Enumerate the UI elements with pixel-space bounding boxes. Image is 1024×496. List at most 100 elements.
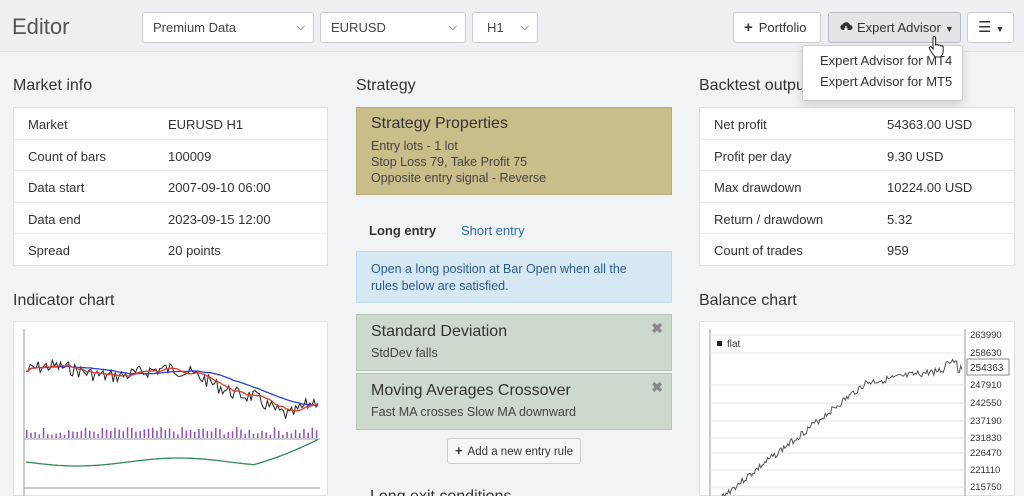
row-key: Count of trades: [714, 243, 803, 259]
symbol-value: EURUSD: [331, 20, 386, 35]
current-value-label: 254363: [970, 363, 1004, 374]
row-value: 959: [887, 243, 909, 259]
volume-bar: [93, 431, 95, 438]
volume-bar: [126, 427, 129, 438]
menu-item-mt5[interactable]: Expert Advisor for MT5: [803, 71, 962, 92]
table-row: Spread 20 points: [14, 234, 327, 266]
row-key: Profit per day: [714, 148, 792, 164]
volume-bar: [76, 432, 78, 438]
volume-bar: [72, 431, 74, 438]
volume-bar: [97, 434, 99, 438]
volume-bar: [173, 431, 175, 438]
volume-bar: [59, 432, 62, 438]
volume-bar: [55, 433, 57, 438]
volume-bar: [311, 427, 314, 438]
market-info-title: Market info: [13, 77, 93, 94]
data-source-select[interactable]: Premium Data ⌵: [142, 12, 314, 43]
volume-bar: [80, 430, 83, 438]
volume-bar: [202, 428, 204, 438]
plus-icon: +: [454, 443, 463, 458]
y-tick-label: 215750: [970, 482, 1002, 493]
volume-bar: [185, 430, 188, 438]
market-info-table: Market EURUSD H1 Count of bars 100009 Data…: [13, 107, 328, 266]
volume-bar: [47, 434, 49, 438]
volume-bar: [26, 429, 28, 438]
volume-bar: [152, 427, 154, 438]
y-tick-label: 247910: [970, 380, 1002, 391]
cloud-download-icon: [840, 22, 853, 32]
entry-rule-card[interactable]: Standard Deviation StdDev falls ✖: [356, 314, 672, 371]
entry-rule-card[interactable]: Moving Averages Crossover Fast MA crosse…: [356, 373, 672, 430]
portfolio-button[interactable]: + Portfolio: [733, 12, 821, 43]
volume-bar: [294, 429, 297, 438]
balance-chart[interactable]: flat 263990 258630 247910 242550 237190 23183…: [699, 321, 1015, 496]
row-key: Net profit: [714, 117, 767, 132]
volume-bar: [101, 427, 104, 438]
volume-bar: [135, 431, 137, 438]
row-key: Return / drawdown: [714, 211, 824, 227]
table-row: Max drawdown 10224.00 USD: [700, 171, 1014, 203]
volume-bar: [34, 432, 36, 438]
y-tick-label: 226470: [970, 448, 1002, 459]
volume-bar: [307, 432, 309, 438]
row-key: Market: [28, 117, 68, 132]
row-key: Count of bars: [28, 148, 107, 164]
volume-bar: [194, 431, 196, 438]
row-key: Data start: [28, 180, 85, 196]
volume-bar: [89, 430, 91, 438]
strategy-properties-card[interactable]: Strategy Properties Entry lots - 1 lot S…: [356, 107, 672, 195]
volume-bar: [131, 427, 133, 438]
add-entry-rule-button[interactable]: + Add a new entry rule: [447, 438, 581, 464]
volume-bar: [273, 427, 276, 438]
add-rule-label: Add a new entry rule: [467, 446, 574, 458]
row-value: 2023-09-15 12:00: [168, 211, 271, 227]
volume-bar: [252, 433, 255, 438]
app-title: Editor: [12, 14, 70, 39]
close-icon[interactable]: ✖: [651, 379, 663, 396]
volume-bar: [219, 429, 221, 438]
volume-bar: [84, 427, 87, 438]
table-row: Count of bars 100009: [14, 140, 327, 172]
volume-bar: [118, 429, 120, 438]
period-select[interactable]: H1 ⌵: [472, 12, 538, 43]
hand-cursor-icon: [928, 36, 944, 58]
row-value: 100009: [168, 148, 212, 164]
volume-bar: [156, 430, 158, 438]
y-tick-label: 263990: [970, 330, 1002, 341]
volume-bar: [265, 432, 267, 438]
table-row: Profit per day 9.30 USD: [700, 140, 1014, 172]
row-value: 10224.00 USD: [887, 180, 973, 196]
y-tick-label: 221110: [970, 465, 1000, 476]
caret-down-icon: ▼: [995, 24, 1005, 34]
table-row: Data end 2023-09-15 12:00: [14, 203, 327, 235]
balance-y-ticks: 263990 258630 247910 242550 237190 231830 2264…: [970, 330, 1002, 493]
volume-bar: [299, 433, 301, 438]
row-value: EURUSD H1: [168, 117, 244, 132]
indicator-chart[interactable]: [13, 321, 328, 496]
tab-short-entry[interactable]: Short entry: [461, 223, 525, 238]
volume-bar: [315, 430, 318, 438]
tab-long-entry[interactable]: Long entry: [369, 223, 436, 238]
volume-bar: [290, 433, 293, 438]
balance-line: [721, 358, 963, 496]
volume-bar: [198, 429, 200, 438]
volume-bar: [30, 432, 32, 438]
volume-bar: [244, 433, 246, 438]
volume-bar: [42, 428, 45, 438]
volume-bar: [282, 434, 284, 438]
row-key: Spread: [28, 243, 70, 259]
volume-bar: [206, 431, 209, 438]
period-value: H1: [487, 20, 504, 35]
volume-bar: [122, 431, 125, 438]
y-tick-label: 237190: [970, 416, 1002, 427]
volume-bar: [51, 434, 53, 438]
volume-bar: [168, 428, 171, 438]
symbol-select[interactable]: EURUSD ⌵: [320, 12, 466, 43]
chevron-down-icon: ⌵: [520, 21, 529, 33]
row-value: 2007-09-10 06:00: [168, 180, 271, 196]
volume-bar: [215, 427, 217, 438]
menu-button[interactable]: ☰ ▼: [967, 12, 1014, 43]
y-tick-label: 231830: [970, 433, 1002, 444]
close-icon[interactable]: ✖: [651, 320, 663, 337]
volume-bar: [257, 433, 259, 438]
